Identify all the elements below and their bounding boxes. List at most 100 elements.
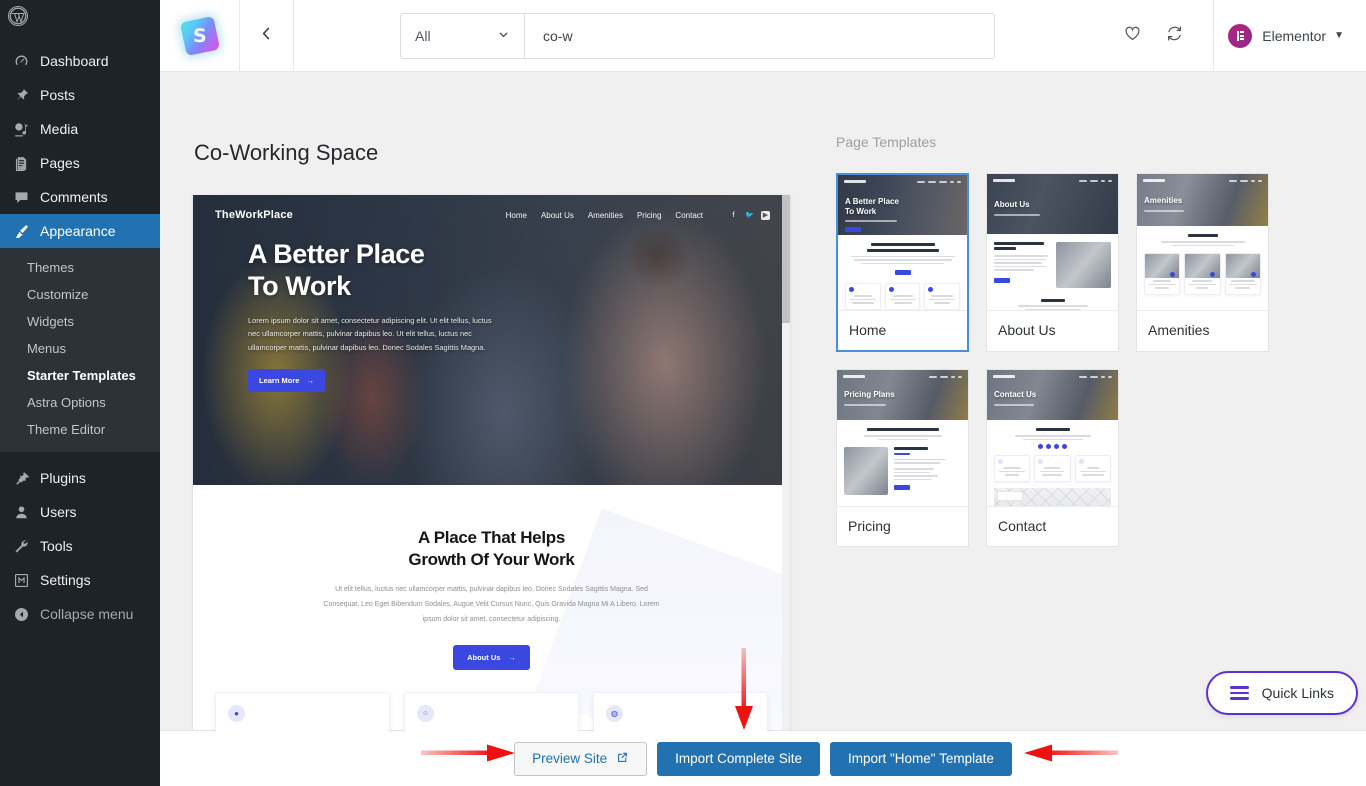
sidebar-label: Plugins bbox=[40, 470, 86, 486]
submenu-item-widgets[interactable]: Widgets bbox=[0, 308, 160, 335]
sidebar-item-posts[interactable]: Posts bbox=[0, 78, 160, 112]
sidebar-label: Tools bbox=[40, 538, 73, 554]
preview-section-button[interactable]: About Us → bbox=[453, 645, 530, 670]
wp-logo-row[interactable] bbox=[0, 0, 160, 32]
feature-icon: ● bbox=[228, 705, 245, 722]
sidebar-item-settings[interactable]: Settings bbox=[0, 563, 160, 597]
search-input[interactable] bbox=[525, 14, 994, 58]
template-card-pricing[interactable]: Pricing Plans bbox=[836, 369, 969, 547]
sidebar-label: Appearance bbox=[40, 223, 116, 239]
youtube-icon[interactable]: ▶ bbox=[761, 211, 770, 220]
hamburger-icon bbox=[1230, 686, 1249, 700]
page-title: Co-Working Space bbox=[194, 140, 378, 166]
preview-section-button-label: About Us bbox=[467, 653, 500, 662]
pages-icon bbox=[11, 153, 31, 173]
preview-section-title-line1: A Place That Helps bbox=[193, 527, 790, 549]
feature-icon: ◍ bbox=[606, 705, 623, 722]
quick-links-button[interactable]: Quick Links bbox=[1206, 671, 1358, 715]
template-thumbnail: A Better PlaceTo Work bbox=[838, 175, 967, 310]
submenu-item-theme-editor[interactable]: Theme Editor bbox=[0, 416, 160, 443]
sidebar-item-dashboard[interactable]: Dashboard bbox=[0, 44, 160, 78]
template-card-label: Contact bbox=[987, 506, 1118, 546]
search-area: All bbox=[294, 13, 1111, 59]
wrench-icon bbox=[11, 536, 31, 556]
arrow-right-icon: → bbox=[508, 653, 516, 662]
quick-links-label: Quick Links bbox=[1262, 685, 1334, 701]
preview-site-nav: TheWorkPlace Home About Us Amenities Pri… bbox=[193, 195, 790, 221]
refresh-button[interactable] bbox=[1153, 0, 1195, 72]
sidebar-label: Dashboard bbox=[40, 53, 109, 69]
sidebar-label: Settings bbox=[40, 572, 91, 588]
preview-social-links: f 🐦 ▶ bbox=[729, 211, 770, 220]
search-group: All bbox=[400, 13, 995, 59]
sidebar-item-collapse-menu[interactable]: Collapse menu bbox=[0, 597, 160, 631]
template-thumbnail: Amenities bbox=[1137, 174, 1268, 310]
template-thumbnail: About Us bbox=[987, 174, 1118, 310]
facebook-icon[interactable]: f bbox=[729, 211, 738, 220]
sidebar-item-users[interactable]: Users bbox=[0, 495, 160, 529]
template-card-contact[interactable]: Contact Us bbox=[986, 369, 1119, 547]
preview-nav-link[interactable]: Amenities bbox=[588, 211, 623, 220]
sidebar-item-comments[interactable]: Comments bbox=[0, 180, 160, 214]
sidebar-item-plugins[interactable]: Plugins bbox=[0, 461, 160, 495]
preview-nav-links: Home About Us Amenities Pricing Contact … bbox=[506, 211, 770, 220]
preview-nav-link[interactable]: Pricing bbox=[637, 211, 661, 220]
favorites-button[interactable] bbox=[1111, 0, 1153, 72]
import-complete-site-button[interactable]: Import Complete Site bbox=[657, 742, 820, 776]
preview-feature-card: ⁘ bbox=[404, 692, 579, 732]
preview-feature-card: ◍ bbox=[593, 692, 768, 732]
category-filter-select[interactable]: All bbox=[401, 14, 525, 58]
submenu-item-starter-templates[interactable]: Starter Templates bbox=[0, 362, 160, 389]
submenu-item-menus[interactable]: Menus bbox=[0, 335, 160, 362]
preview-scrollbar[interactable] bbox=[782, 195, 790, 732]
logo-letter: S bbox=[193, 25, 207, 47]
preview-hero-title-line2: To Work bbox=[248, 271, 523, 303]
user-menu[interactable]: Elementor ▼ bbox=[1228, 24, 1366, 48]
sidebar-item-tools[interactable]: Tools bbox=[0, 529, 160, 563]
app-body: Co-Working Space TheWorkPlace Home About… bbox=[160, 72, 1366, 786]
preview-site-button[interactable]: Preview Site bbox=[514, 742, 647, 776]
chevron-left-icon bbox=[258, 25, 275, 47]
header-right-tools: Elementor ▼ bbox=[1111, 0, 1366, 72]
comment-icon bbox=[11, 187, 31, 207]
twitter-icon[interactable]: 🐦 bbox=[745, 211, 754, 220]
preview-hero-button[interactable]: Learn More → bbox=[248, 369, 325, 392]
sidebar-item-media[interactable]: Media bbox=[0, 112, 160, 146]
category-filter-value: All bbox=[415, 28, 431, 44]
template-card-label: Home bbox=[838, 310, 967, 350]
submenu-item-astra-options[interactable]: Astra Options bbox=[0, 389, 160, 416]
template-card-amenities[interactable]: Amenities bbox=[1136, 173, 1269, 352]
starter-templates-app: S All bbox=[160, 0, 1366, 786]
chevron-down-icon bbox=[497, 28, 510, 44]
wp-admin-sidebar: Dashboard Posts Media Pages bbox=[0, 0, 160, 786]
arrow-right-icon: → bbox=[306, 376, 314, 385]
submenu-item-themes[interactable]: Themes bbox=[0, 254, 160, 281]
preview-nav-link[interactable]: Contact bbox=[675, 211, 703, 220]
user-menu-label: Elementor bbox=[1262, 28, 1326, 44]
preview-section-paragraph: Ut elit tellus, luctus nec ullamcorper m… bbox=[317, 583, 667, 627]
collapse-icon bbox=[11, 604, 31, 624]
external-link-icon bbox=[616, 751, 629, 767]
submenu-item-customize[interactable]: Customize bbox=[0, 281, 160, 308]
preview-nav-link[interactable]: About Us bbox=[541, 211, 574, 220]
elementor-icon bbox=[1228, 24, 1252, 48]
sidebar-item-pages[interactable]: Pages bbox=[0, 146, 160, 180]
page-templates-panel: Page Templates A Better PlaceTo Work bbox=[836, 134, 1336, 547]
template-card-about-us[interactable]: About Us bbox=[986, 173, 1119, 352]
sidebar-label: Comments bbox=[40, 189, 108, 205]
wordpress-icon[interactable] bbox=[8, 6, 28, 26]
preview-hero-content: A Better Place To Work Lorem ipsum dolor… bbox=[193, 221, 523, 392]
template-card-home[interactable]: A Better PlaceTo Work bbox=[836, 173, 969, 352]
import-home-template-button[interactable]: Import "Home" Template bbox=[830, 742, 1012, 776]
sidebar-label: Media bbox=[40, 121, 78, 137]
template-card-label: Amenities bbox=[1137, 310, 1268, 350]
brush-icon bbox=[11, 221, 31, 241]
import-home-template-label: Import "Home" Template bbox=[848, 751, 994, 766]
sidebar-label: Users bbox=[40, 504, 77, 520]
back-button[interactable] bbox=[240, 0, 294, 72]
sidebar-item-appearance[interactable]: Appearance bbox=[0, 214, 160, 248]
preview-nav-link[interactable]: Home bbox=[506, 211, 527, 220]
preview-brand: TheWorkPlace bbox=[215, 209, 293, 221]
site-preview[interactable]: TheWorkPlace Home About Us Amenities Pri… bbox=[193, 195, 790, 732]
starter-templates-logo: S bbox=[160, 0, 240, 72]
